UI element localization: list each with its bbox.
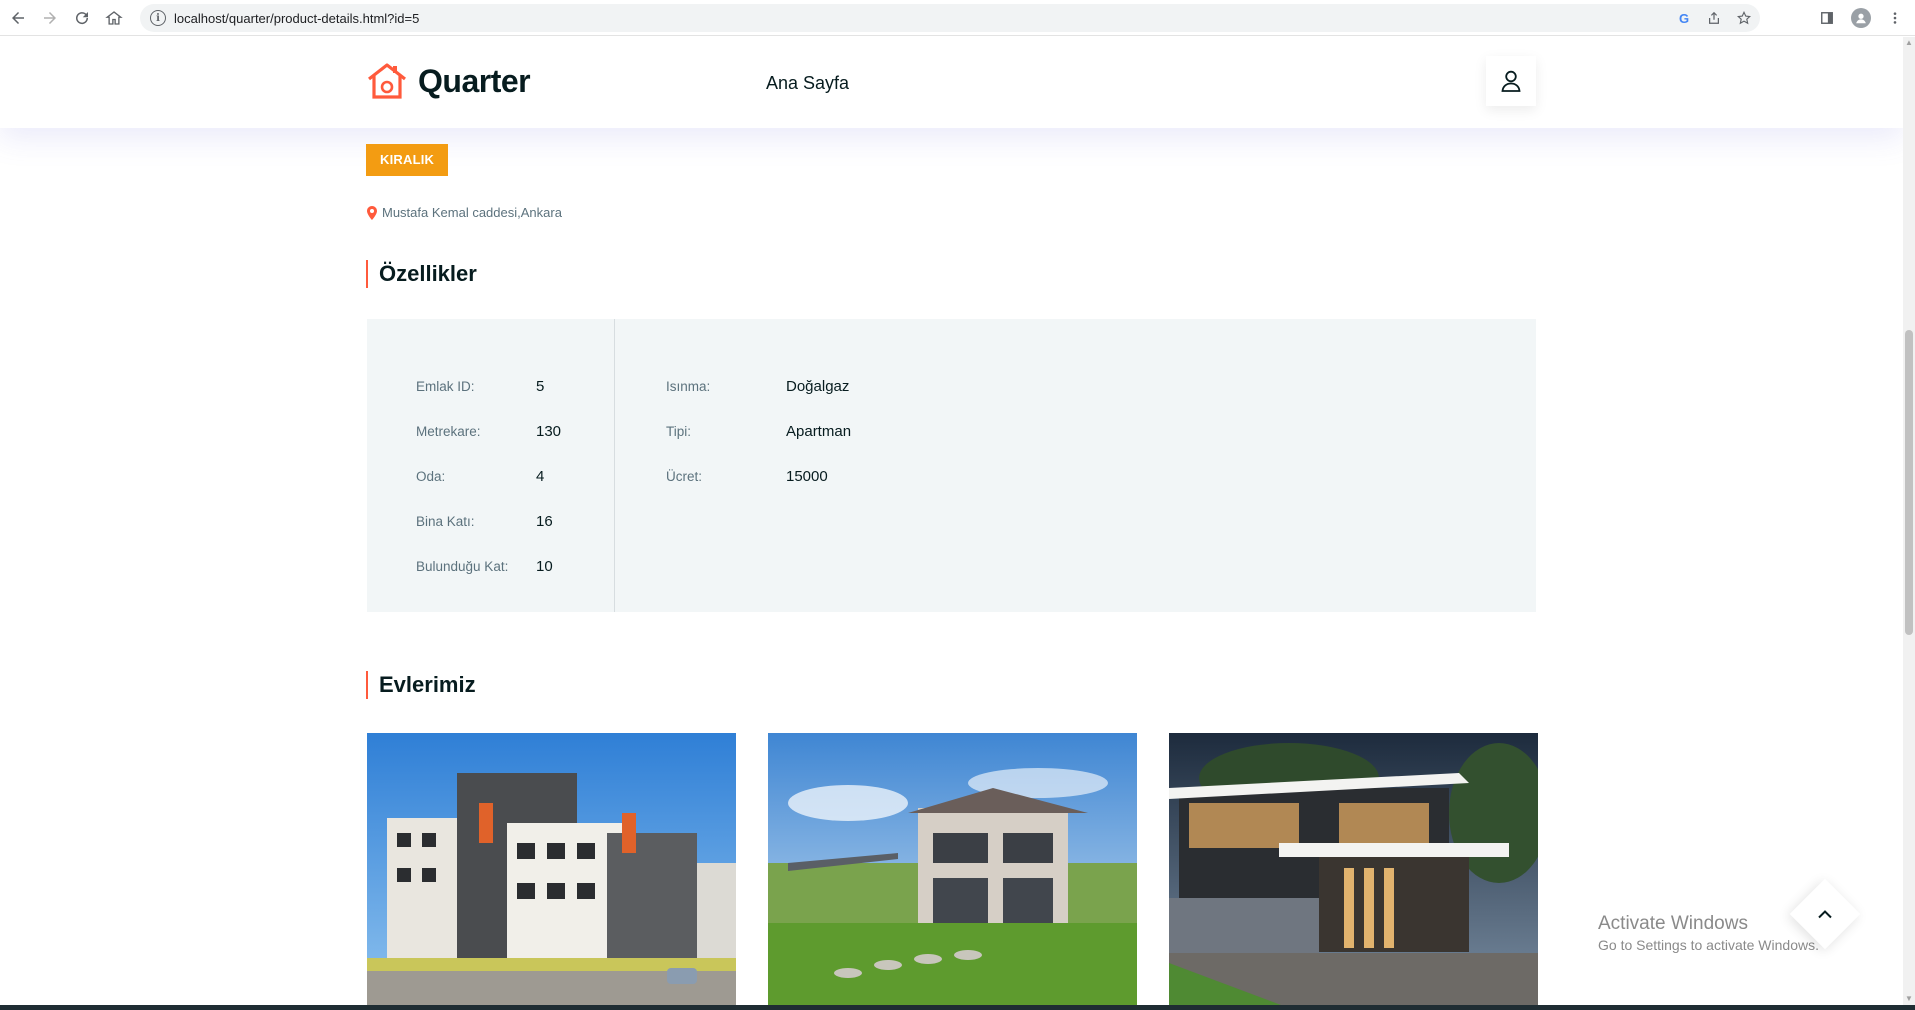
feature-row: Emlak ID: 5 — [416, 364, 614, 409]
home-icon[interactable] — [100, 4, 128, 32]
feature-label: Bina Katı: — [416, 514, 475, 529]
back-icon[interactable] — [4, 4, 32, 32]
page-scrollbar[interactable]: ▲ ▼ — [1903, 37, 1915, 1005]
os-taskbar-edge — [0, 1005, 1915, 1010]
side-panel-icon[interactable] — [1817, 8, 1837, 28]
map-pin-icon — [367, 205, 377, 220]
feature-row: Tipi: Apartman — [666, 409, 851, 454]
listing-location: Mustafa Kemal caddesi,Ankara — [367, 205, 562, 220]
profile-avatar-icon[interactable] — [1851, 8, 1871, 28]
home-card-image[interactable] — [1169, 733, 1538, 1005]
homes-heading: Evlerimiz — [366, 671, 476, 699]
property-features-table: Emlak ID: 5 Metrekare: 130 Oda: 4 Bina Katı… — [367, 319, 1536, 612]
feature-label: Oda: — [416, 469, 446, 484]
bookmark-star-icon[interactable] — [1736, 10, 1752, 26]
feature-label: Metrekare: — [416, 424, 481, 439]
scrollbar-thumb[interactable] — [1905, 330, 1913, 635]
feature-row: Isınma: Doğalgaz — [666, 364, 851, 409]
nav-item-ana-sayfa[interactable]: Ana Sayfa — [766, 73, 849, 94]
address-bar[interactable]: i localhost/quarter/product-details.html… — [140, 4, 1760, 32]
browser-toolbar: i localhost/quarter/product-details.html… — [0, 0, 1915, 36]
feature-row: Bina Katı: 16 — [416, 499, 614, 544]
feature-value: 10 — [536, 558, 553, 575]
forward-icon[interactable] — [36, 4, 64, 32]
user-account-button[interactable] — [1486, 56, 1536, 106]
reload-icon[interactable] — [68, 4, 96, 32]
features-column-right: Isınma: Doğalgaz Tipi: Apartman Ücret: 1500… — [615, 319, 851, 612]
feature-value: Apartman — [786, 423, 852, 440]
more-menu-icon[interactable] — [1885, 8, 1905, 28]
address-text: Mustafa Kemal caddesi,Ankara — [382, 205, 562, 220]
activate-title: Activate Windows — [1598, 913, 1748, 934]
homes-gallery — [367, 733, 1538, 1005]
activate-subtitle: Go to Settings to activate Windows. — [1598, 937, 1819, 953]
share-icon[interactable] — [1706, 10, 1722, 26]
site-info-icon[interactable]: i — [150, 10, 166, 26]
feature-value: Doğalgaz — [786, 378, 850, 395]
home-card-image[interactable] — [768, 733, 1137, 1005]
feature-row: Ücret: 15000 — [666, 454, 851, 499]
feature-label: Isınma: — [666, 379, 711, 394]
house-logo-icon — [368, 63, 406, 99]
feature-label: Emlak ID: — [416, 379, 475, 394]
feature-value: 4 — [536, 468, 545, 485]
feature-row: Oda: 4 — [416, 454, 614, 499]
feature-label: Bulunduğu Kat: — [416, 559, 509, 574]
features-heading: Özellikler — [366, 260, 477, 288]
feature-value: 5 — [536, 378, 545, 395]
feature-label: Ücret: — [666, 469, 703, 484]
scroll-down-arrow-icon[interactable]: ▼ — [1905, 995, 1913, 1003]
windows-activation-watermark: Activate Windows Go to Settings to activ… — [1598, 913, 1819, 953]
google-translate-icon[interactable]: G — [1676, 10, 1692, 26]
user-icon — [1501, 70, 1521, 92]
brand-name: Quarter — [418, 62, 531, 99]
page-viewport: Quarter Ana Sayfa KIRALIK Mustafa Kemal … — [0, 37, 1903, 1005]
site-logo[interactable]: Quarter — [366, 62, 531, 100]
chevron-up-icon — [1818, 909, 1832, 919]
site-header: Quarter Ana Sayfa — [0, 37, 1903, 128]
feature-value: 130 — [536, 423, 562, 440]
url-text[interactable]: localhost/quarter/product-details.html?i… — [174, 11, 419, 26]
feature-value: 16 — [536, 513, 553, 530]
feature-row: Metrekare: 130 — [416, 409, 614, 454]
scroll-up-arrow-icon[interactable]: ▲ — [1905, 39, 1913, 47]
feature-row: Bulunduğu Kat: 10 — [416, 544, 614, 589]
feature-value: 15000 — [786, 468, 828, 485]
status-badge: KIRALIK — [366, 144, 449, 176]
home-card-image[interactable] — [367, 733, 736, 1005]
feature-label: Tipi: — [666, 424, 692, 439]
features-column-left: Emlak ID: 5 Metrekare: 130 Oda: 4 Bina Katı… — [367, 319, 615, 612]
